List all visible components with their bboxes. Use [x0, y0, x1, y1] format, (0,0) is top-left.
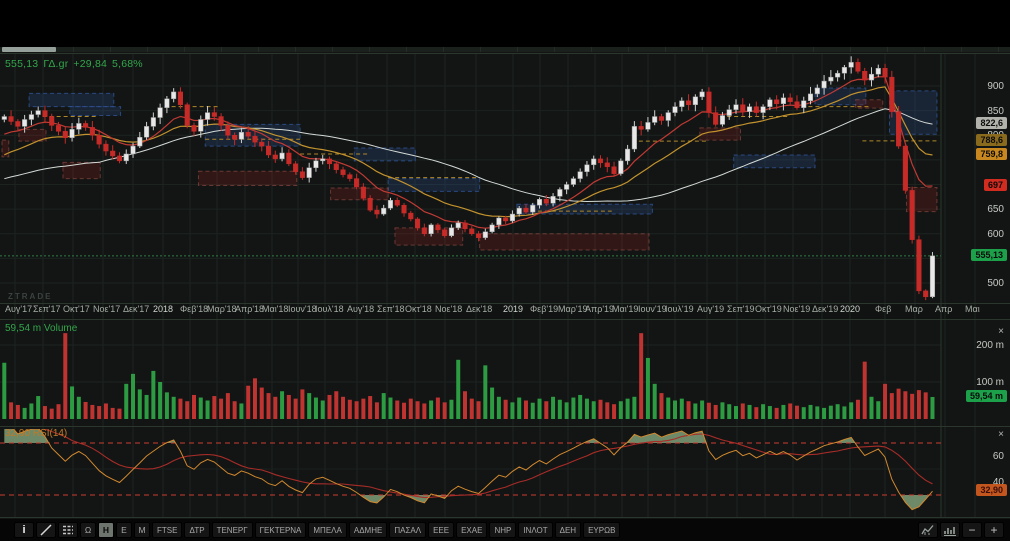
- rsi-pane-close-icon[interactable]: ×: [995, 429, 1007, 441]
- indicators-list-icon[interactable]: [58, 522, 78, 538]
- x-axis-label: Φεβ'19: [530, 304, 558, 314]
- volume-tick: 200 m: [958, 340, 1004, 351]
- volume-tick: 100 m: [958, 377, 1004, 388]
- rsi-value: 32,90: [5, 428, 30, 439]
- interval-Μ[interactable]: Μ: [134, 522, 150, 538]
- x-axis-label: Απρ: [935, 304, 952, 314]
- x-axis-label: Σεπ'18: [377, 304, 405, 314]
- quote-header: 555,13 ΓΔ.gr +29,84 5,68%: [5, 58, 148, 70]
- x-axis-label: Φεβ: [875, 304, 891, 314]
- ticker-εεε[interactable]: ΕΕΕ: [428, 522, 454, 538]
- info-icon[interactable]: i: [14, 522, 34, 538]
- rsi-badge: 32,90: [976, 484, 1007, 496]
- price-badge: 697: [984, 179, 1007, 191]
- x-axis-label: Νοε'18: [435, 304, 462, 314]
- x-axis-label: Απρ'19: [585, 304, 614, 314]
- ticker-ινλοτ[interactable]: ΙΝΛΟΤ: [518, 522, 552, 538]
- ticker-αδμηε[interactable]: ΑΔΜΗΕ: [349, 522, 387, 538]
- ticker-μπελα[interactable]: ΜΠΕΛΑ: [308, 522, 346, 538]
- ticker-εχαε[interactable]: ΕΧΑΕ: [456, 522, 487, 538]
- x-axis-label: Νοε'19: [783, 304, 810, 314]
- interval-Ε[interactable]: Ε: [116, 522, 132, 538]
- histogram-icon[interactable]: [940, 522, 960, 538]
- price-tick: 600: [958, 229, 1004, 240]
- x-axis-label: Μαρ'19: [558, 304, 588, 314]
- price-badge: 759,8: [976, 148, 1007, 160]
- ticker-δεη[interactable]: ΔΕΗ: [555, 522, 581, 538]
- x-axis-label: Δεκ'17: [123, 304, 149, 314]
- x-axis-label: 2018: [153, 304, 173, 314]
- draw-line-icon[interactable]: [36, 522, 56, 538]
- last-price: 555,13: [5, 58, 38, 70]
- x-axis-label: 2019: [503, 304, 523, 314]
- price-tick: 500: [958, 278, 1004, 289]
- line-chart-icon[interactable]: [918, 522, 938, 538]
- x-axis-label: Οκτ'18: [405, 304, 432, 314]
- ticker-πασαλ[interactable]: ΠΑΣΑΛ: [389, 522, 426, 538]
- volume-pane-close-icon[interactable]: ×: [995, 326, 1007, 338]
- rsi-text: RSI(14): [33, 428, 67, 439]
- volume-value: 59,54 m: [5, 323, 41, 334]
- bottom-toolbar: i ΩΗΕΜFTSEΔΤΡΤΕΝΕΡΓΓΕΚΤΕΡΝΑΜΠΕΛΑΑΔΜΗΕΠΑΣΑ…: [0, 519, 1010, 541]
- price-badge: 788,6: [976, 134, 1007, 146]
- x-axis-label: Μαρ: [905, 304, 923, 314]
- price-badge: 822,6: [976, 117, 1007, 129]
- x-axis-label: Σεπ'19: [727, 304, 755, 314]
- price-tick: 850: [958, 106, 1004, 117]
- x-axis-label: Μαρ'18: [207, 304, 237, 314]
- ztrade-window: 555,13 ΓΔ.gr +29,84 5,68% ZTRADE 59,54 m Vo…: [0, 0, 1010, 541]
- icon-graphic: [921, 523, 935, 537]
- price-tick: 650: [958, 204, 1004, 215]
- interval-Η[interactable]: Η: [98, 522, 114, 538]
- x-axis-label: Ιουν'19: [638, 304, 667, 314]
- x-axis-label: Ιουλ'18: [315, 304, 344, 314]
- x-axis-label: Μαι'19: [612, 304, 638, 314]
- x-axis-label: Ιουν'18: [288, 304, 317, 314]
- info-glyph: i: [22, 524, 25, 536]
- ticker-ftse[interactable]: FTSE: [152, 522, 182, 538]
- x-axis-label: Μαι: [965, 304, 980, 314]
- x-axis-label: Δεκ'19: [812, 304, 838, 314]
- volume-pane-label: 59,54 m Volume: [5, 323, 77, 334]
- x-axis-label: Απρ'18: [235, 304, 264, 314]
- price-change-pct: 5,68%: [112, 58, 143, 70]
- ticker-ευρωβ[interactable]: ΕΥΡΩΒ: [583, 522, 620, 538]
- price-badge: 555,13: [971, 249, 1007, 261]
- x-axis-label: Οκτ'19: [755, 304, 782, 314]
- x-axis-label: Ιουλ'19: [665, 304, 694, 314]
- ticker-νηρ[interactable]: ΝΗΡ: [489, 522, 516, 538]
- x-axis-label: Αυγ'19: [697, 304, 724, 314]
- rsi-pane-label: 32,90 RSI(14): [5, 428, 67, 439]
- price-change: +29,84: [73, 58, 107, 70]
- symbol-label: ΓΔ.gr: [43, 58, 68, 70]
- x-axis-label: Μαι'18: [262, 304, 288, 314]
- zoom-in-icon[interactable]: +: [984, 522, 1004, 538]
- interval-Ω[interactable]: Ω: [80, 522, 96, 538]
- x-axis-label: Αυγ'17: [5, 304, 32, 314]
- x-axis-label: Φεβ'18: [180, 304, 208, 314]
- icon-graphic: [61, 523, 75, 537]
- x-axis-label: Οκτ'17: [63, 304, 90, 314]
- ticker-δτρ[interactable]: ΔΤΡ: [184, 522, 209, 538]
- volume-badge: 59,54 m: [966, 390, 1007, 402]
- x-axis-label: Αυγ'18: [347, 304, 374, 314]
- price-tick: 900: [958, 81, 1004, 92]
- ticker-τενεργ[interactable]: ΤΕΝΕΡΓ: [212, 522, 253, 538]
- x-axis-label: Νοε'17: [93, 304, 120, 314]
- icon-graphic: [943, 523, 957, 537]
- ticker-γεκτερνα[interactable]: ΓΕΚΤΕΡΝΑ: [255, 522, 307, 538]
- chart-canvas[interactable]: [0, 0, 1010, 541]
- zoom-out-icon[interactable]: −: [962, 522, 982, 538]
- x-axis-label: 2020: [840, 304, 860, 314]
- volume-text: Volume: [44, 323, 77, 334]
- x-axis-label: Δεκ'18: [466, 304, 492, 314]
- rsi-tick: 60: [958, 451, 1004, 462]
- ztrade-watermark: ZTRADE: [8, 292, 52, 301]
- x-axis-label: Σεπ'17: [33, 304, 61, 314]
- icon-graphic: [39, 523, 53, 537]
